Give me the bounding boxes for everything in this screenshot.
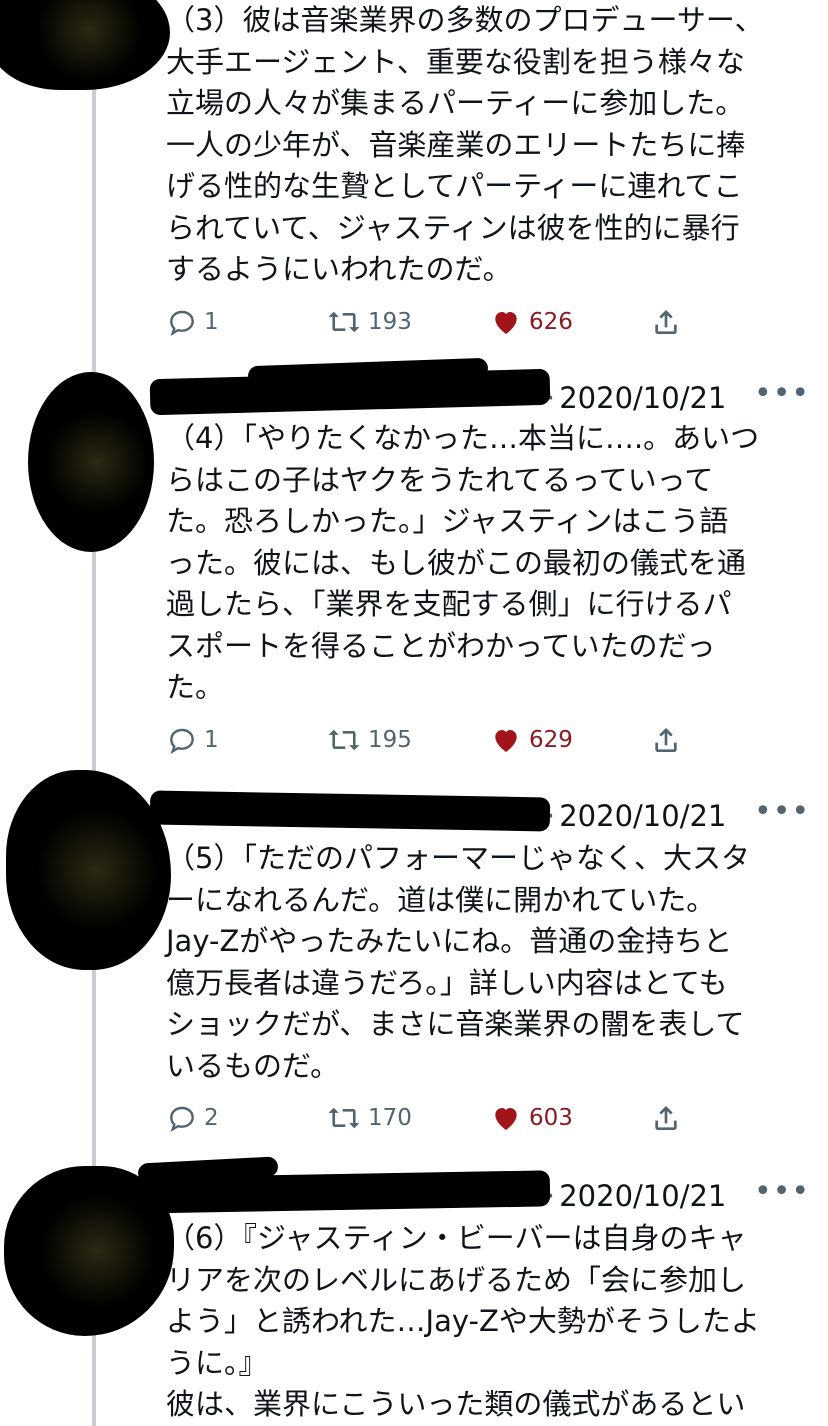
reply-button[interactable]: 1 [166,302,219,342]
tweet-date[interactable]: · 2020/10/21 [546,1174,726,1218]
tweet-text: （4）「やりたくなかった…本当に….。あいつ らはこの子はヤクをうたれてるってい… [166,421,760,704]
retweet-count: 193 [368,309,412,335]
tweet-text: （3）彼は音楽業界の多数のプロデューサー、 大手エージェント、重要な役割を担う様… [166,3,764,286]
like-button[interactable]: 626 [489,302,573,342]
handle-redaction [149,790,551,832]
like-count: 603 [529,1105,573,1131]
retweet-count: 195 [368,727,412,753]
tweet-6[interactable]: · 2020/10/21 ••• （6）『ジャスティン・ビーバーは自身のキャ リア… [0,1156,828,1426]
retweet-icon [328,729,360,751]
tweet-text: （5）「ただのパフォーマーじゃなく、大スタ ーになれるんだ。道は僕に開かれていた… [166,841,750,1083]
more-icon[interactable]: ••• [754,790,810,834]
retweet-button[interactable]: 193 [326,302,412,342]
tweet-actions: 1 193 626 [166,302,696,342]
share-button[interactable] [650,1098,682,1138]
reply-icon [170,310,194,336]
reply-icon [170,728,194,754]
reply-count: 2 [204,1105,219,1131]
like-icon [495,730,517,752]
tweet-actions: 1 195 629 [166,720,696,760]
share-icon [655,728,677,752]
like-count: 629 [529,727,573,753]
like-button[interactable]: 603 [489,1098,573,1138]
reply-button[interactable]: 1 [166,720,219,760]
avatar-redacted [6,770,171,970]
tweet-date[interactable]: · 2020/10/21 [546,794,726,838]
tweet-text: （6）『ジャスティン・ビーバーは自身のキャ リアを次のレベルにあげるため「会に参… [166,1221,760,1421]
reply-icon [170,1106,194,1132]
like-button[interactable]: 629 [489,720,573,760]
avatar-redacted [0,0,170,90]
share-icon [655,1106,677,1130]
retweet-count: 170 [368,1105,412,1131]
share-icon [655,310,677,334]
more-icon[interactable]: ••• [754,1170,810,1214]
like-icon [495,312,517,334]
reply-count: 1 [204,727,219,753]
retweet-icon [328,311,360,333]
share-button[interactable] [650,720,682,760]
avatar-redacted [28,372,154,552]
tweet-date[interactable]: · 2020/10/21 [546,376,726,420]
reply-button[interactable]: 2 [166,1098,219,1138]
retweet-button[interactable]: 170 [326,1098,412,1138]
share-button[interactable] [650,302,682,342]
like-icon [495,1108,517,1130]
tweet-actions: 2 170 603 [166,1098,696,1138]
tweet-4[interactable]: · 2020/10/21 ••• （4）「やりたくなかった…本当に….。あいつ ら… [0,357,828,770]
like-count: 626 [529,309,573,335]
tweet-5[interactable]: · 2020/10/21 ••• （5）「ただのパフォーマーじゃなく、大スタ ーに… [0,770,828,1160]
reply-count: 1 [204,309,219,335]
more-icon[interactable]: ••• [754,372,810,416]
retweet-button[interactable]: 195 [326,720,412,760]
retweet-icon [328,1107,360,1129]
tweet-3[interactable]: （3）彼は音楽業界の多数のプロデューサー、 大手エージェント、重要な役割を担う様… [0,0,828,360]
